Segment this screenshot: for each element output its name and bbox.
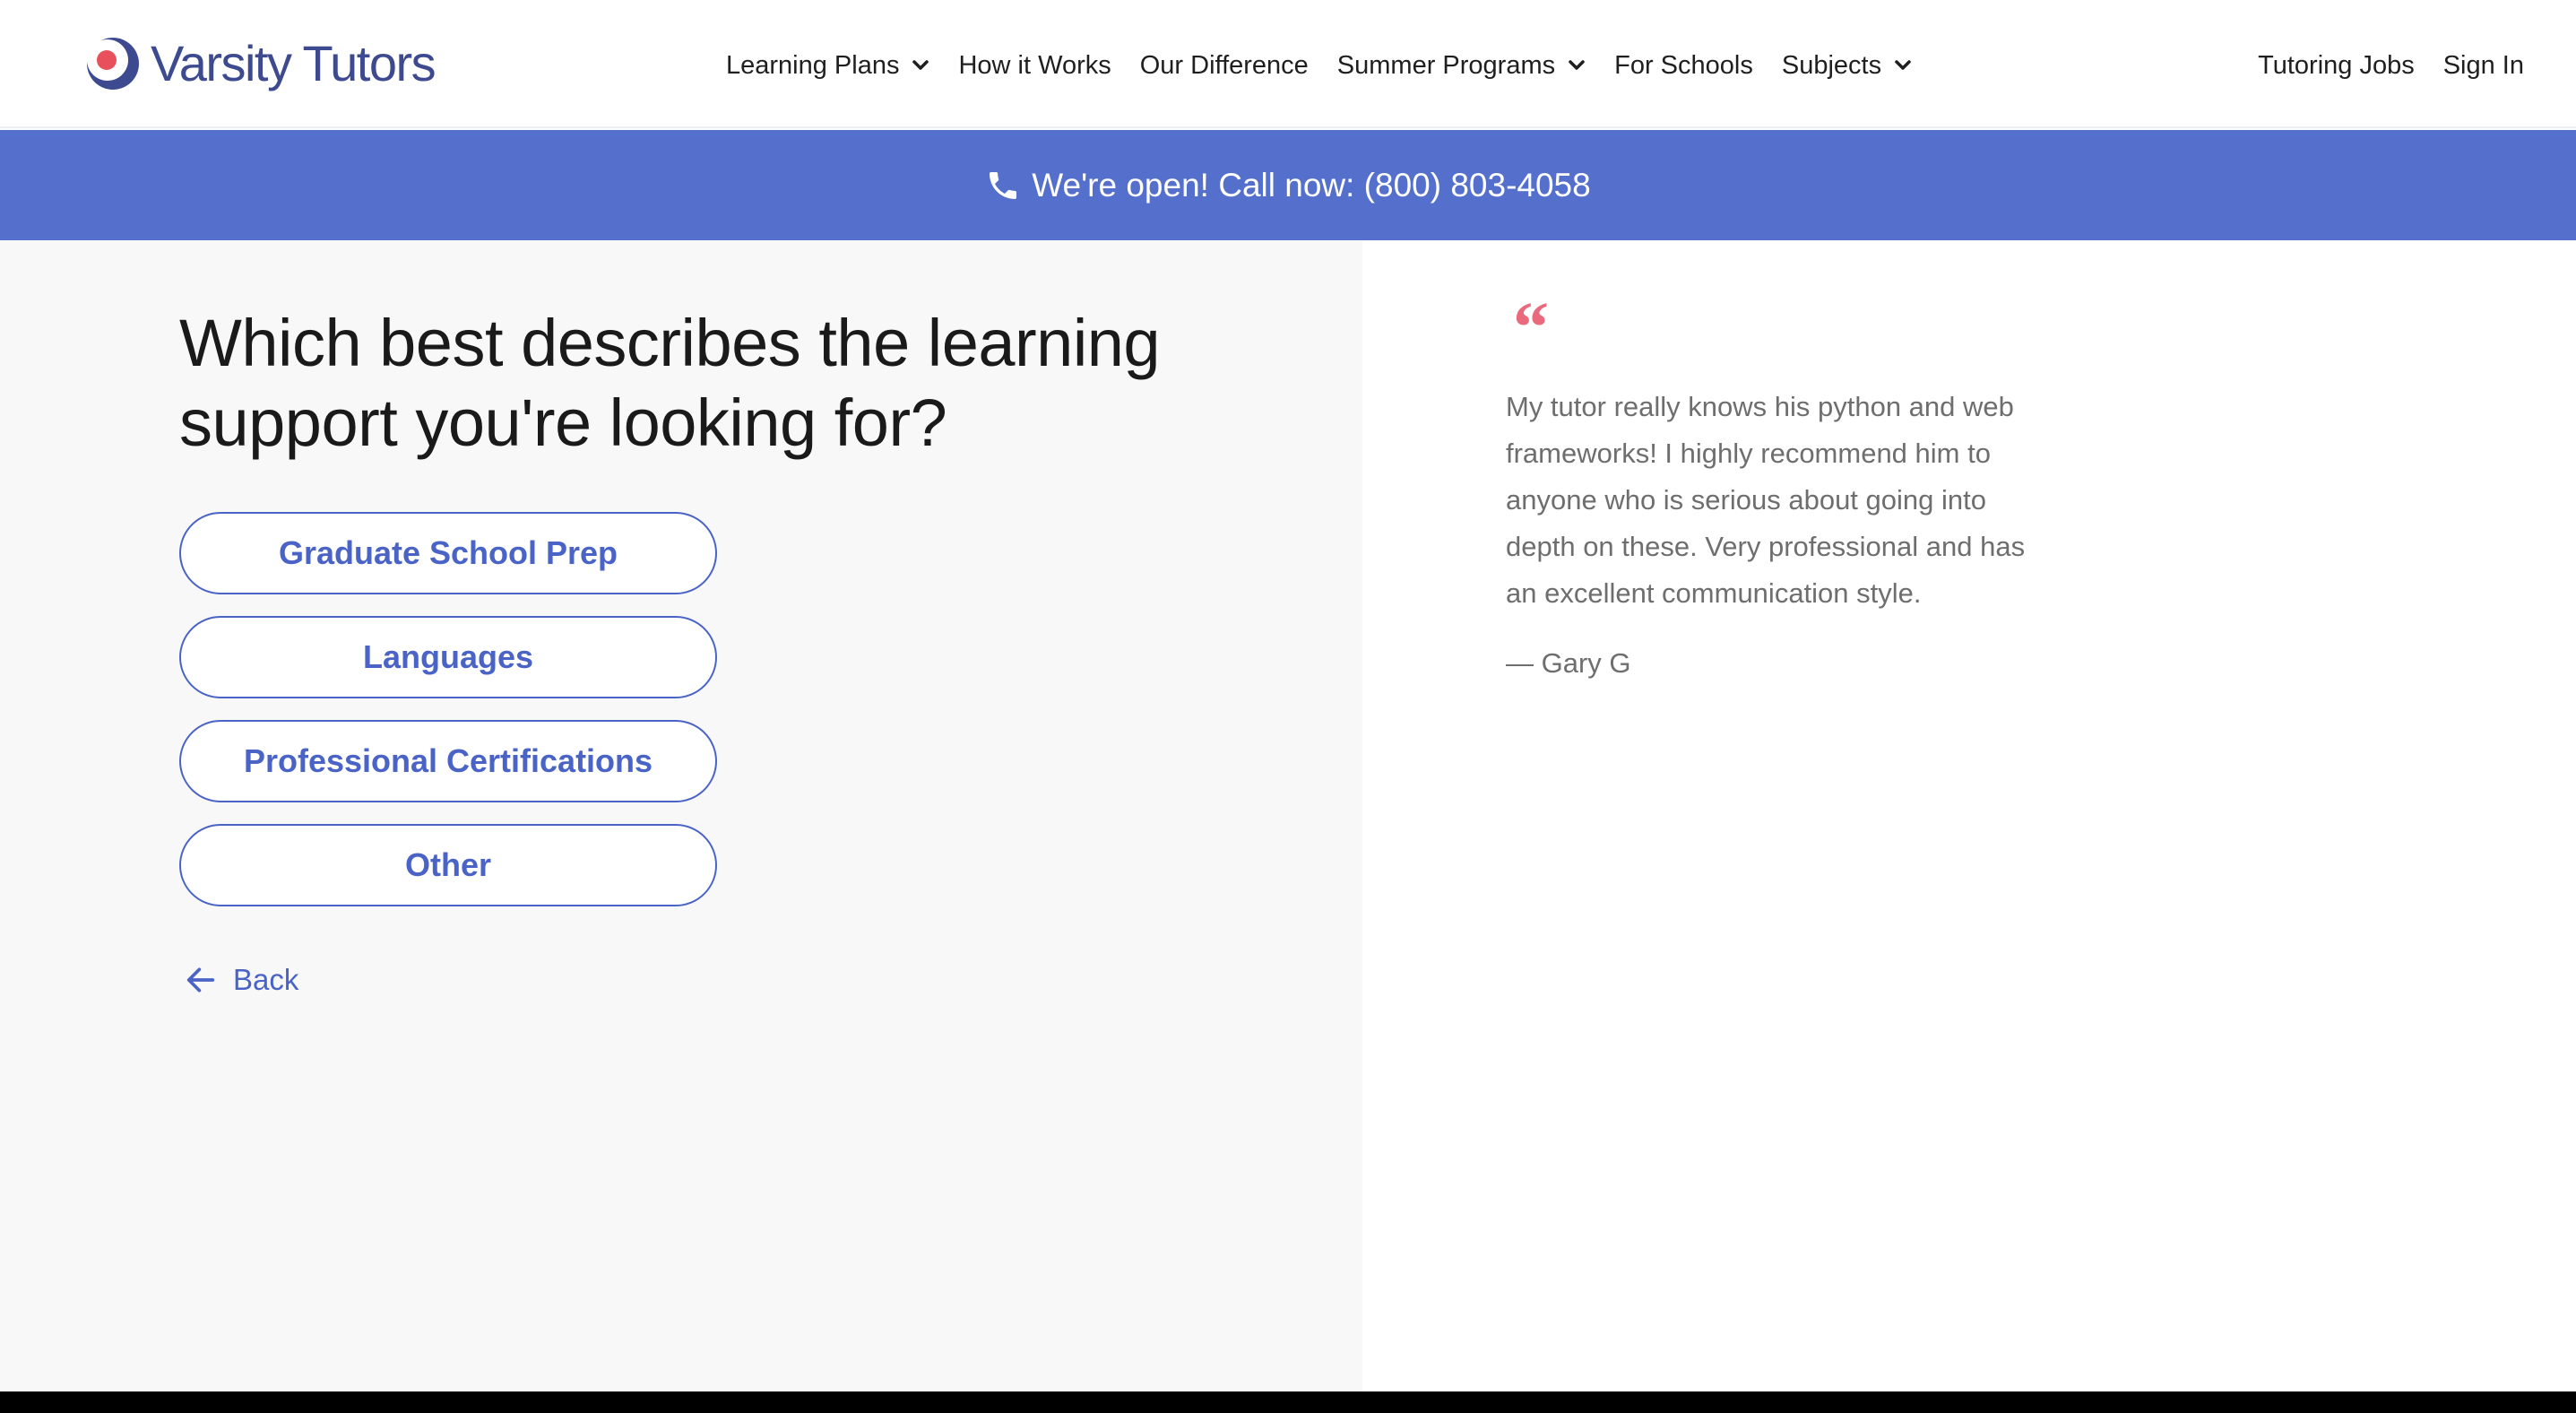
chevron-down-icon — [1569, 60, 1585, 70]
nav-item-summer-programs[interactable]: Summer Programs — [1337, 51, 1586, 81]
testimonial-panel: “ My tutor really knows his python and w… — [1362, 240, 2576, 1391]
nav-item-label: Learning Plans — [726, 50, 900, 80]
chevron-down-icon — [1895, 60, 1911, 70]
banner-text: We're open! Call now: (800) 803-4058 — [1032, 166, 1591, 204]
nav-item-label: Summer Programs — [1336, 50, 1556, 80]
main-nav: Learning Plans How it Works Our Differen… — [726, 39, 1912, 91]
testimonial-text: My tutor really knows his python and web… — [1506, 391, 2026, 609]
option-professional-certifications[interactable]: Professional Certifications — [179, 720, 717, 802]
nav-item-subjects[interactable]: Subjects — [1782, 51, 1912, 81]
nav-item-our-difference[interactable]: Our Difference — [1140, 51, 1309, 81]
option-languages[interactable]: Languages — [179, 616, 717, 698]
varsity-tutors-logo-icon — [87, 38, 139, 90]
nav-item-label: How it Works — [958, 50, 1111, 80]
nav-item-label: Subjects — [1781, 50, 1882, 80]
question-panel: Which best describes the learning suppor… — [0, 240, 1362, 1391]
sign-in-link[interactable]: Sign In — [2443, 51, 2524, 81]
quote-mark-icon: “ — [1513, 289, 1549, 368]
nav-item-label: For Schools — [1614, 50, 1753, 80]
top-navigation: Varsity Tutors Learning Plans How it Wor… — [0, 0, 2576, 128]
nav-item-learning-plans[interactable]: Learning Plans — [726, 51, 929, 81]
testimonial-author: — Gary G — [1506, 647, 1631, 679]
option-other[interactable]: Other — [179, 824, 717, 906]
logo-link[interactable]: Varsity Tutors — [84, 32, 437, 95]
logo-text: Varsity Tutors — [151, 35, 437, 91]
page: Varsity Tutors Learning Plans How it Wor… — [0, 0, 2576, 1391]
account-nav: Tutoring Jobs Sign In — [2258, 39, 2524, 91]
call-banner[interactable]: We're open! Call now: (800) 803-4058 — [0, 130, 2576, 240]
arrow-left-icon — [186, 967, 215, 993]
nav-item-for-schools[interactable]: For Schools — [1614, 51, 1753, 81]
option-graduate-school-prep[interactable]: Graduate School Prep — [179, 512, 717, 594]
back-label: Back — [233, 963, 299, 996]
phone-icon — [990, 171, 1017, 199]
tutoring-jobs-link[interactable]: Tutoring Jobs — [2258, 51, 2415, 81]
nav-item-how-it-works[interactable]: How it Works — [958, 51, 1111, 81]
answer-options: Graduate School Prep Languages Professio… — [179, 512, 717, 928]
question-title: Which best describes the learning suppor… — [179, 306, 1161, 460]
nav-item-label: Our Difference — [1139, 50, 1309, 80]
chevron-down-icon — [912, 60, 929, 70]
back-button[interactable]: Back — [183, 962, 298, 998]
